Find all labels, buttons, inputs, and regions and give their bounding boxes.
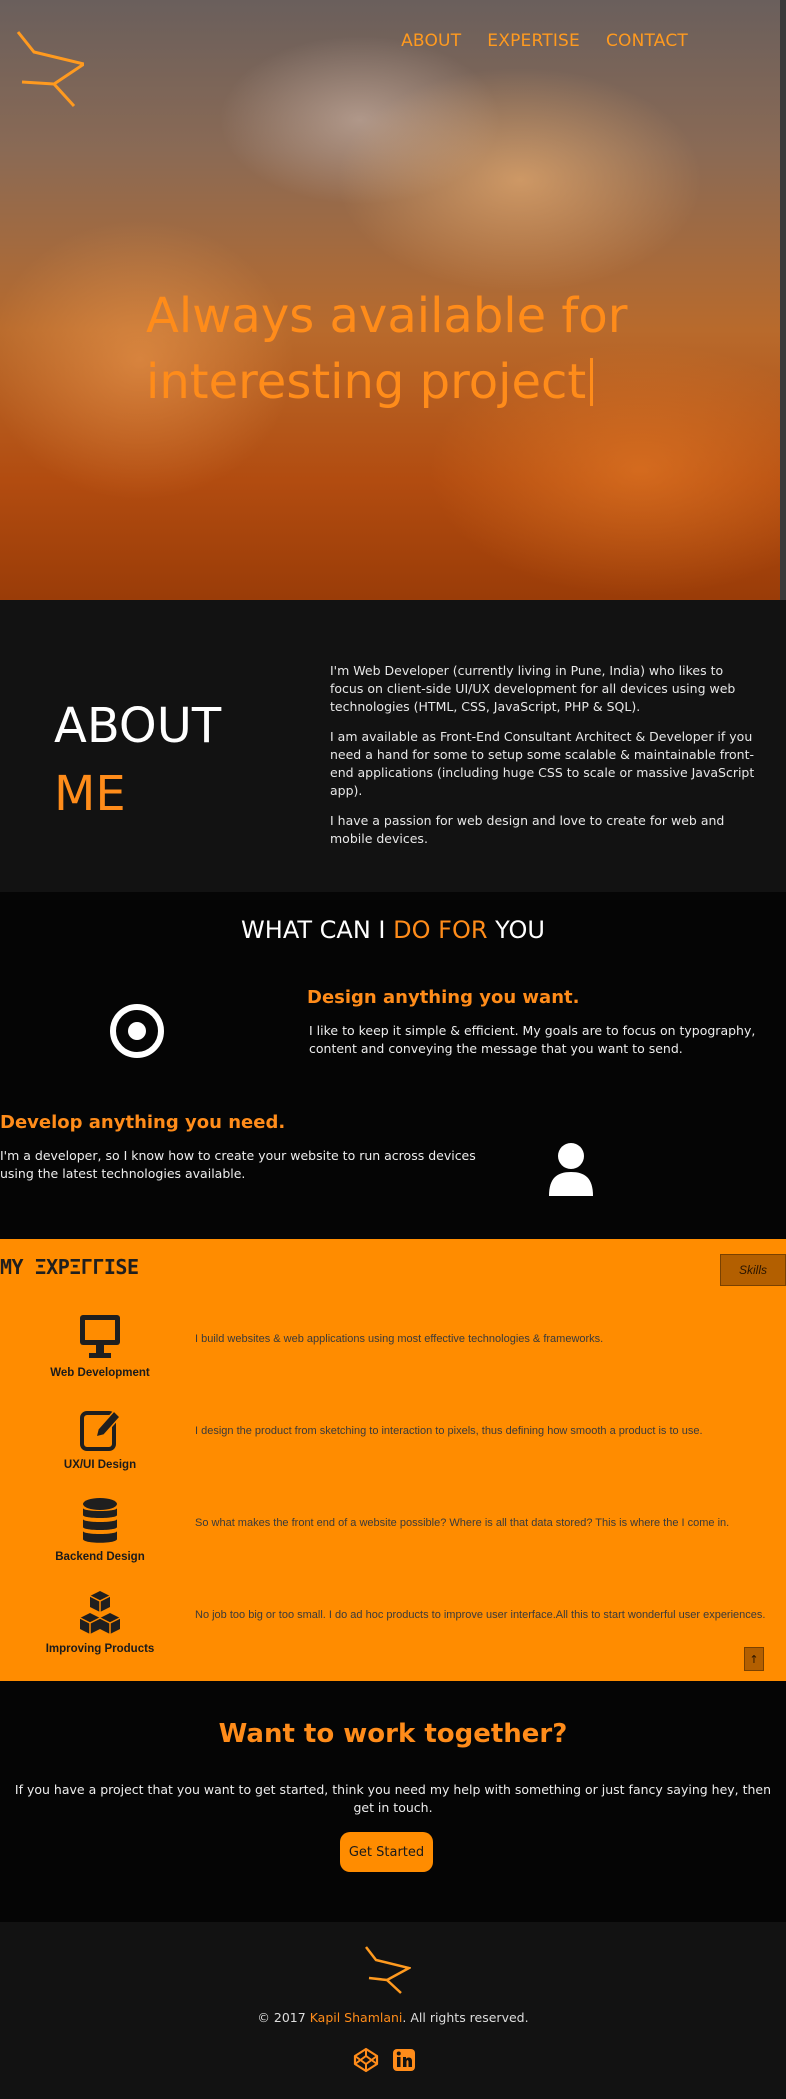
about-paragraph: I'm Web Developer (currently living in P…	[330, 663, 736, 714]
get-started-button[interactable]: Get Started	[340, 1832, 433, 1872]
expertise-item-backend-design: Backend Design So what makes the front e…	[0, 1497, 786, 1587]
copyright-prefix: © 2017	[257, 2010, 310, 2025]
expertise-item-ux-ui-design: UX/UI Design I design the product from s…	[0, 1405, 786, 1495]
footer-logo-icon[interactable]	[363, 1944, 411, 1994]
service-design-text: I like to keep it simple & efficient. My…	[309, 1023, 756, 1056]
logo-icon[interactable]	[14, 26, 84, 110]
nav-expertise-link[interactable]: EXPERTISE	[487, 31, 580, 51]
expertise-description: I design the product from sketching to i…	[195, 1425, 703, 1437]
services-title-post: YOU	[487, 916, 545, 944]
target-icon	[110, 1004, 164, 1058]
expertise-description: No job too big or too small. I do ad hoc…	[195, 1609, 766, 1621]
copyright-suffix: . All rights reserved.	[402, 2010, 529, 2025]
linkedin-icon[interactable]	[391, 2047, 417, 2073]
expertise-section: MY ΞXPΞΓΓISE Skills Web Development I bu…	[0, 1239, 786, 1681]
expertise-description: I build websites & web applications usin…	[195, 1333, 604, 1345]
expertise-item-improving-products: Improving Products No job too big or too…	[0, 1589, 786, 1679]
hero-line-1: Always available for	[146, 288, 628, 344]
service-design-title: Design anything you want.	[307, 987, 580, 1008]
expertise-item-web-development: Web Development I build websites & web a…	[0, 1313, 786, 1403]
author-name-link[interactable]: Kapil Shamlani	[310, 2010, 403, 2025]
expertise-label: Improving Products	[45, 1643, 155, 1655]
nav-about-link[interactable]: ABOUT	[401, 31, 461, 51]
expertise-label: Backend Design	[55, 1551, 145, 1563]
cta-section: Want to work together? If you have a pro…	[0, 1681, 786, 1922]
about-text: I'm Web Developer (currently living in P…	[330, 662, 755, 860]
about-section: ABOUT ME I'm Web Developer (currently li…	[0, 600, 786, 892]
skills-button[interactable]: Skills	[720, 1254, 786, 1286]
nav-contact-link[interactable]: CONTACT	[606, 31, 688, 51]
copyright-text: © 2017 Kapil Shamlani. All rights reserv…	[0, 2010, 786, 2025]
cta-title: Want to work together?	[218, 1719, 568, 1749]
service-develop-title: Develop anything you need.	[0, 1112, 286, 1133]
about-title: ABOUT ME	[54, 692, 221, 828]
about-paragraph: I have a passion for web design and love…	[330, 813, 725, 846]
database-icon	[83, 1498, 117, 1543]
services-title-pre: WHAT CAN I	[241, 916, 394, 944]
expertise-description: So what makes the front end of a website…	[195, 1517, 730, 1529]
expertise-label: UX/UI Design	[63, 1459, 137, 1471]
codepen-icon[interactable]	[353, 2047, 379, 2073]
social-links	[353, 2047, 417, 2073]
service-develop-text: I'm a developer, so I know how to create…	[0, 1148, 476, 1181]
hero-line-2: interesting project	[146, 349, 666, 415]
services-section: WHAT CAN I DO FOR YOU Design anything yo…	[0, 892, 786, 1239]
pencil-square-icon	[80, 1409, 122, 1451]
about-title-word-1: ABOUT	[54, 698, 222, 754]
hero-line-2-text: interesting project	[146, 354, 587, 410]
main-nav: ABOUT EXPERTISE CONTACT	[401, 31, 688, 51]
services-title: WHAT CAN I DO FOR YOU	[0, 916, 786, 944]
user-icon	[549, 1143, 593, 1196]
hero-section: ABOUT EXPERTISE CONTACT Always available…	[0, 0, 786, 600]
monitor-icon	[80, 1315, 120, 1358]
footer: © 2017 Kapil Shamlani. All rights reserv…	[0, 1922, 786, 2099]
services-title-highlight: DO FOR	[393, 916, 488, 944]
about-title-word-2: ME	[54, 766, 126, 822]
hero-headline: Always available for interesting project	[146, 283, 666, 415]
back-to-top-button[interactable]: ↑	[744, 1647, 764, 1671]
about-paragraph: I am available as Front-End Consultant A…	[330, 729, 755, 798]
scrollbar[interactable]	[780, 0, 786, 600]
cubes-icon	[79, 1591, 121, 1634]
expertise-label: Web Development	[50, 1367, 150, 1379]
cta-text: If you have a project that you want to g…	[14, 1782, 772, 1815]
expertise-title: MY ΞXPΞΓΓISE	[0, 1255, 139, 1279]
typing-cursor	[590, 358, 594, 406]
